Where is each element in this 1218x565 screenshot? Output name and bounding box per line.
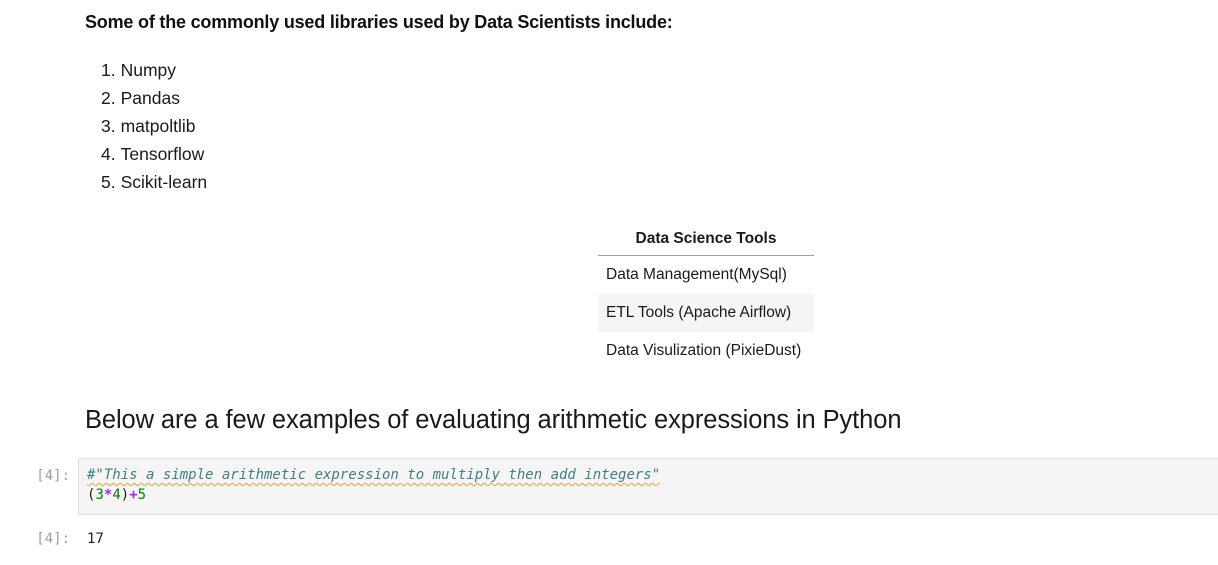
- list-item: 2. Pandas: [101, 88, 180, 108]
- table-cell: Data Visulization (PixieDust): [606, 342, 802, 359]
- code-paren: ): [120, 487, 130, 503]
- code-number: 5: [137, 487, 147, 503]
- output-value: 17: [87, 531, 104, 547]
- table-cell: Data Management(MySql): [606, 266, 787, 283]
- table-header: Data Science Tools: [598, 222, 814, 256]
- list-item: 1. Numpy: [101, 60, 177, 80]
- table-row: Data Management(MySql): [598, 256, 814, 295]
- list-item: 4. Tensorflow: [101, 144, 205, 164]
- libraries-list: 1. Numpy 2. Pandas 3. matpoltlib 4. Tensorfl…: [101, 58, 207, 198]
- code-line: (3*4)+5: [87, 485, 1218, 505]
- section-heading: Below are a few examples of evaluating a…: [85, 406, 902, 434]
- list-item: 3. matpoltlib: [101, 116, 196, 136]
- code-cell-editor[interactable]: #"This a simple arithmetic expression to…: [78, 458, 1218, 515]
- data-science-tools-table: Data Science Tools Data Management(MySql…: [598, 222, 814, 370]
- markdown-intro-text: Some of the commonly used libraries used…: [85, 12, 673, 32]
- output-prompt: [4]:: [36, 531, 70, 547]
- code-line: #"This a simple arithmetic expression to…: [87, 465, 1218, 485]
- input-prompt: [4]:: [36, 468, 70, 484]
- code-operator: +: [129, 487, 138, 503]
- code-number: 3: [95, 487, 104, 503]
- table-row: ETL Tools (Apache Airflow): [598, 294, 814, 332]
- list-item: 5. Scikit-learn: [101, 172, 208, 192]
- code-number: 4: [112, 487, 121, 503]
- table-cell: ETL Tools (Apache Airflow): [598, 294, 814, 332]
- table-row: Data Visulization (PixieDust): [598, 332, 814, 370]
- code-comment: #"This a simple arithmetic expression to…: [87, 467, 661, 483]
